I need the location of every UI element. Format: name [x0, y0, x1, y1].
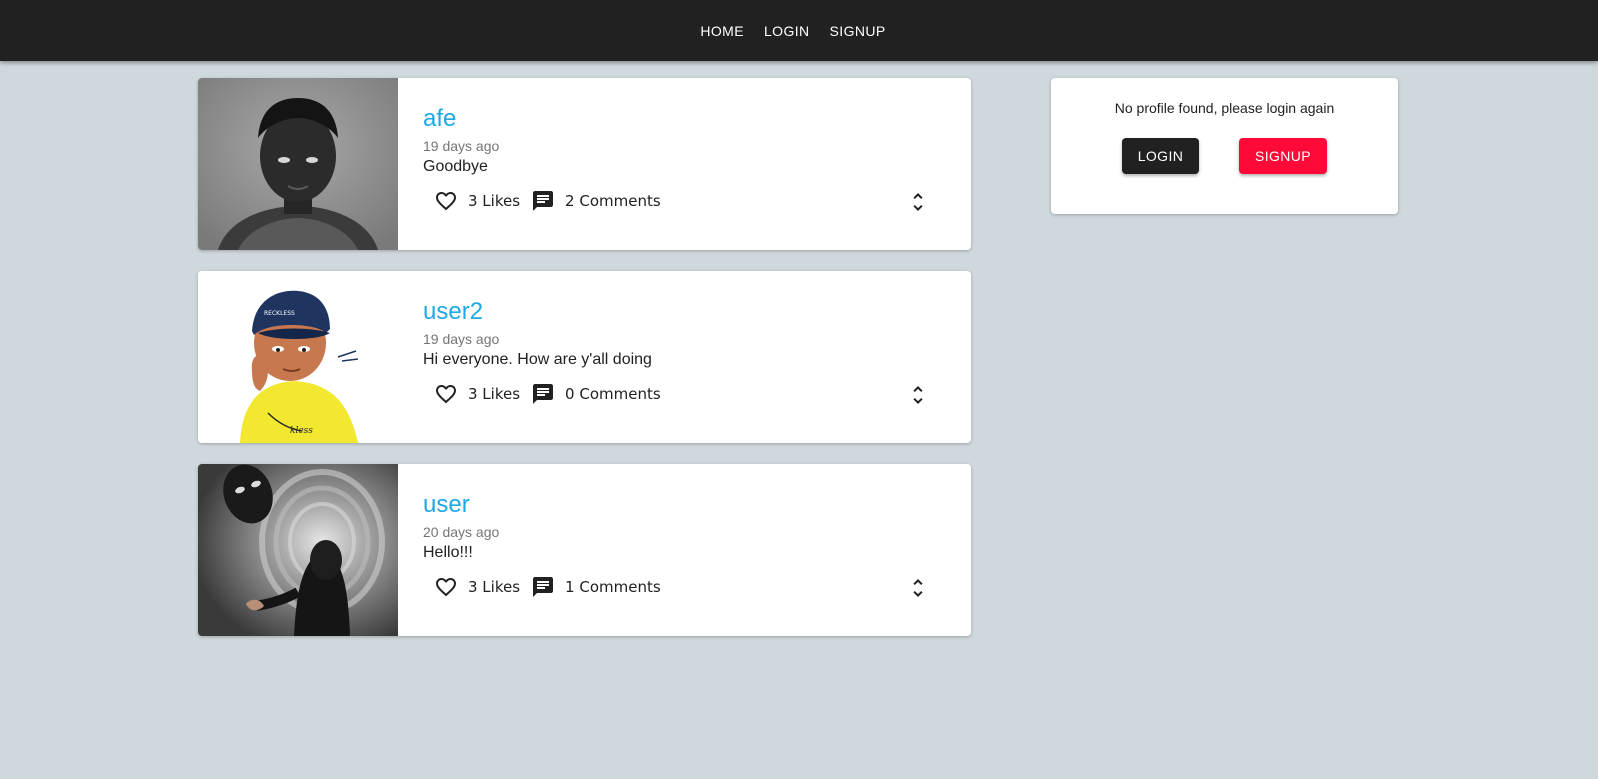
profile-card: No profile found, please login again LOG… — [1051, 78, 1398, 214]
post-author-image — [198, 78, 398, 250]
post-author-image — [198, 464, 398, 636]
heart-outline-icon[interactable] — [434, 189, 458, 213]
heart-outline-icon[interactable] — [434, 382, 458, 406]
nav-login-link[interactable]: LOGIN — [754, 17, 820, 45]
chat-icon[interactable] — [531, 382, 555, 406]
like-count: 3 Likes — [468, 385, 521, 403]
signup-button[interactable]: SIGNUP — [1239, 138, 1327, 174]
post-author-handle[interactable]: afe — [423, 105, 456, 133]
nav-links: HOME LOGIN SIGNUP — [690, 17, 895, 45]
heart-outline-icon[interactable] — [434, 575, 458, 599]
chat-icon[interactable] — [531, 189, 555, 213]
unfold-more-icon[interactable] — [906, 190, 930, 214]
post-author-image: RECKLESS kless — [198, 271, 398, 443]
post-actions: 3 Likes 1 Comments — [423, 574, 661, 600]
like-count: 3 Likes — [468, 578, 521, 596]
post-timestamp: 20 days ago — [423, 524, 500, 540]
like-count: 3 Likes — [468, 192, 521, 210]
svg-text:RECKLESS: RECKLESS — [264, 310, 295, 317]
post-author-handle[interactable]: user — [423, 491, 470, 519]
nav-signup-link[interactable]: SIGNUP — [820, 17, 896, 45]
post-body: Goodbye — [423, 158, 488, 175]
unfold-more-icon[interactable] — [906, 383, 930, 407]
post-feed: afe 19 days ago Goodbye 3 Likes 2 Commen… — [198, 78, 971, 657]
post-body: Hi everyone. How are y'all doing — [423, 351, 652, 368]
navbar: HOME LOGIN SIGNUP — [0, 0, 1598, 61]
profile-message: No profile found, please login again — [1114, 100, 1335, 116]
masked-figure-photo — [198, 464, 398, 636]
post-actions: 3 Likes 2 Comments — [423, 188, 661, 214]
post-content: user2 19 days ago Hi everyone. How are y… — [398, 271, 971, 443]
svg-text:kless: kless — [290, 426, 313, 436]
post-timestamp: 19 days ago — [423, 138, 500, 154]
post-card: RECKLESS kless user2 19 days ago Hi ever… — [198, 271, 971, 443]
portrait-photo — [198, 78, 398, 250]
comment-count: 0 Comments — [565, 385, 661, 403]
post-content: user 20 days ago Hello!!! 3 Likes 1 Comm… — [398, 464, 971, 636]
unfold-more-icon[interactable] — [906, 576, 930, 600]
comment-count: 1 Comments — [565, 578, 661, 596]
login-button[interactable]: LOGIN — [1122, 138, 1199, 174]
chat-icon[interactable] — [531, 575, 555, 599]
post-author-handle[interactable]: user2 — [423, 298, 483, 326]
cartoon-avatar: RECKLESS kless — [198, 271, 398, 443]
post-timestamp: 19 days ago — [423, 331, 500, 347]
post-card: user 20 days ago Hello!!! 3 Likes 1 Comm… — [198, 464, 971, 636]
comment-count: 2 Comments — [565, 192, 661, 210]
post-body: Hello!!! — [423, 544, 473, 561]
post-actions: 3 Likes 0 Comments — [423, 381, 661, 407]
post-card: afe 19 days ago Goodbye 3 Likes 2 Commen… — [198, 78, 971, 250]
post-content: afe 19 days ago Goodbye 3 Likes 2 Commen… — [398, 78, 971, 250]
nav-home-link[interactable]: HOME — [690, 17, 754, 45]
